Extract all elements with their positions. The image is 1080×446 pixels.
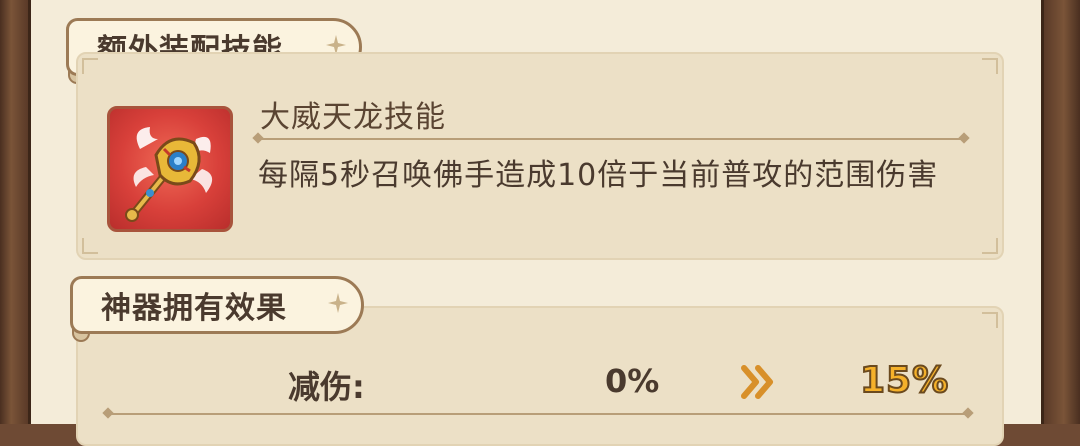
artifact-effect-header: 神器拥有效果 <box>70 276 364 334</box>
sparkle-icon <box>328 293 348 313</box>
skill-description: 每隔5秒召唤佛手造成10倍于当前普攻的范围伤害 <box>258 158 939 193</box>
skill-icon-frame[interactable] <box>107 106 233 232</box>
artifact-effect-title: 神器拥有效果 <box>101 291 287 326</box>
wood-frame-right <box>1044 0 1080 424</box>
skill-divider <box>258 138 964 140</box>
double-chevron-right-icon <box>741 365 773 399</box>
damage-reduction-next: 15% <box>859 359 950 402</box>
skill-name: 大威天龙技能 <box>260 100 446 135</box>
wood-frame-left <box>0 0 28 424</box>
golden-mace-weapon-icon <box>125 127 213 222</box>
damage-reduction-label: 减伤: <box>288 368 365 406</box>
damage-reduction-current: 0% <box>605 362 660 400</box>
stat-divider <box>108 413 968 415</box>
